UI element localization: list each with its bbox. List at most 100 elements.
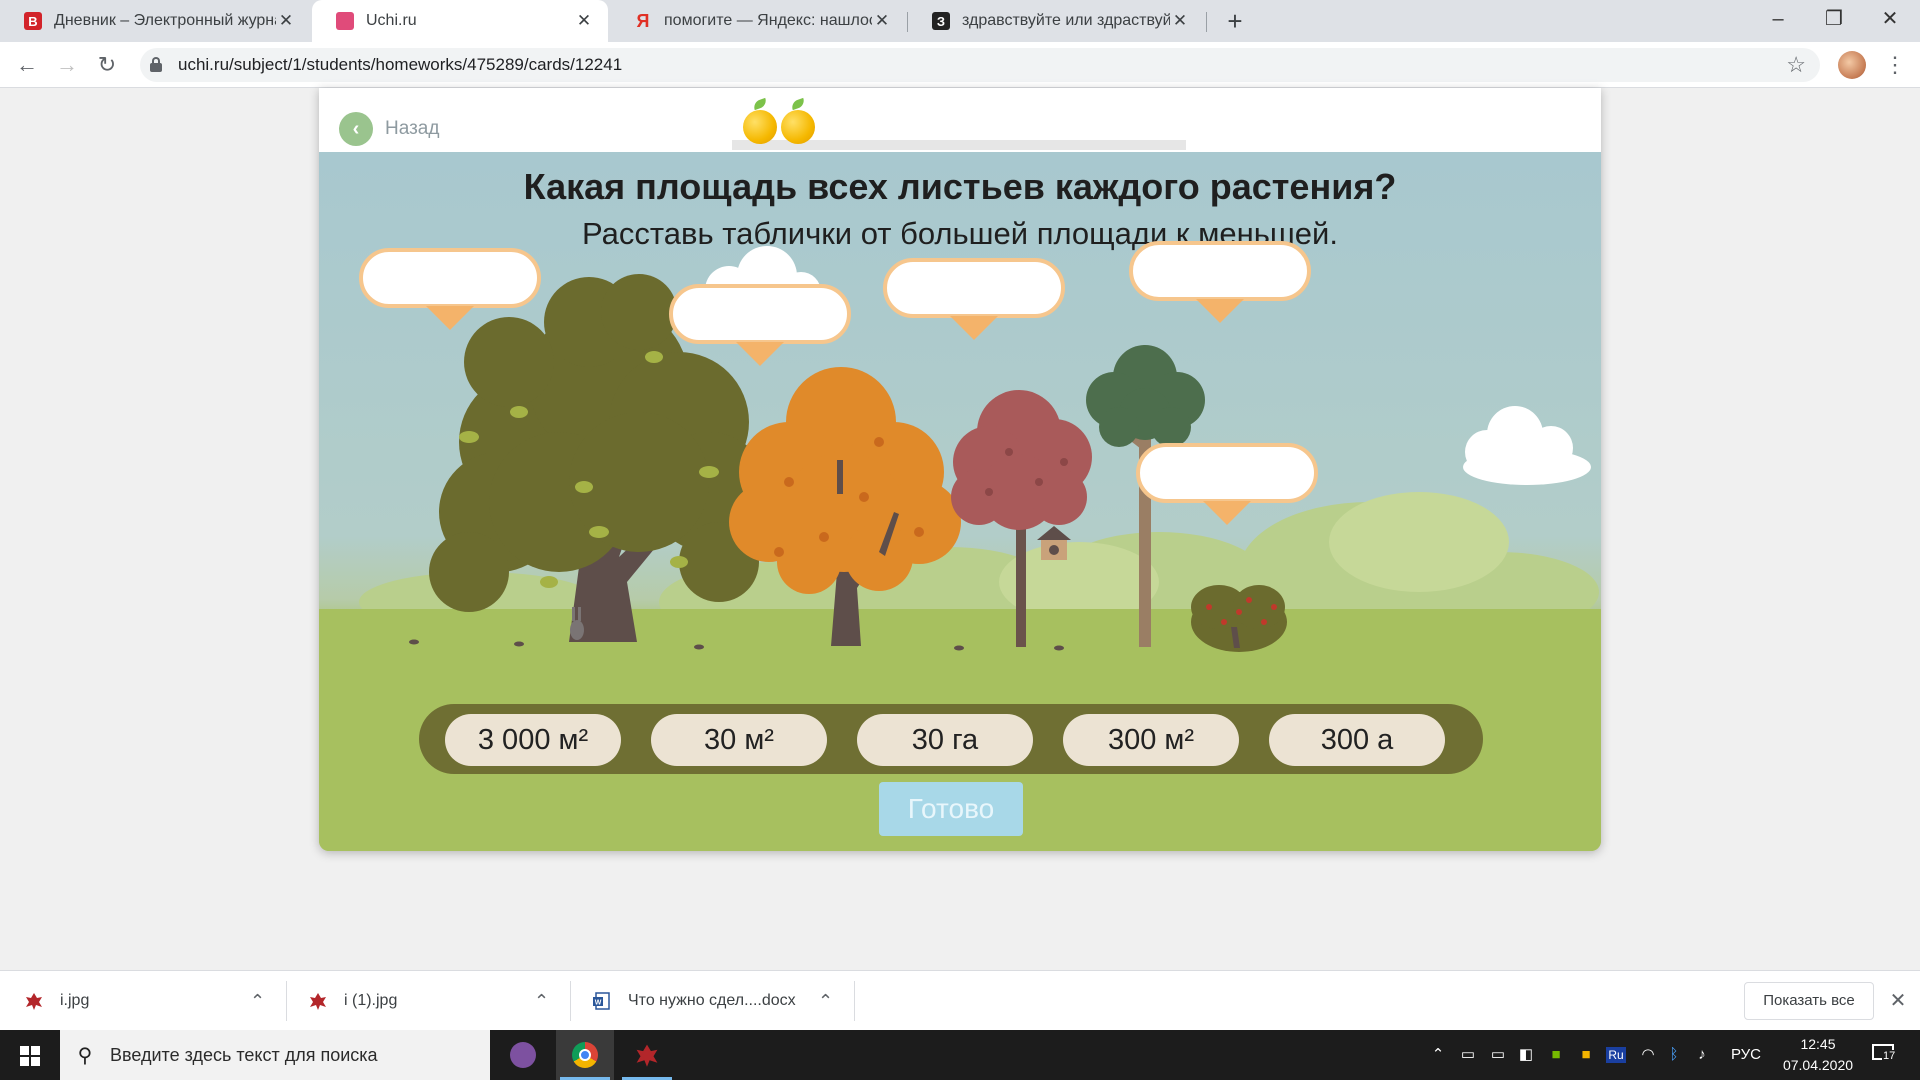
answer-slot-maple[interactable] bbox=[669, 284, 851, 366]
close-icon[interactable]: ✕ bbox=[276, 11, 296, 31]
back-label: Назад bbox=[385, 118, 440, 139]
address-bar[interactable]: uchi.ru/subject/1/students/homeworks/475… bbox=[140, 48, 1820, 82]
close-window-button[interactable]: ✕ bbox=[1862, 0, 1918, 38]
nvidia-icon[interactable]: ■ bbox=[1544, 1030, 1568, 1080]
notification-count: 17 bbox=[1882, 1050, 1897, 1062]
minimize-button[interactable]: – bbox=[1750, 0, 1806, 38]
instruction-text: Расставь таблички от большей площади к м… bbox=[582, 216, 1338, 251]
new-tab-button[interactable]: + bbox=[1220, 6, 1250, 36]
uchi-icon bbox=[336, 12, 354, 30]
download-bar: i.jpg ⌃ i (1).jpg ⌃ W Что нужно сдел....… bbox=[0, 970, 1920, 1030]
tab-title: здравствуйте или здраствуйте | bbox=[962, 12, 1170, 29]
chevron-up-icon[interactable]: ⌃ bbox=[250, 971, 265, 1031]
kebab-menu-icon[interactable]: ⋮ bbox=[1884, 50, 1906, 80]
tab-separator bbox=[1206, 12, 1207, 32]
taskbar-app-viber[interactable] bbox=[494, 1030, 552, 1080]
forest-scene: Какая площадь всех листьев каждого расте… bbox=[319, 152, 1601, 851]
photo-app-icon bbox=[636, 1044, 658, 1067]
answer-chip-tray: 3 000 м² 30 м² 30 га 300 м² 300 а bbox=[419, 704, 1483, 774]
monitor-icon[interactable]: ▭ bbox=[1456, 1030, 1480, 1080]
tab-strip: В Дневник – Электронный журна ✕ Uchi.ru … bbox=[0, 0, 1920, 42]
tab-yandex[interactable]: Я помогите — Яндекс: нашлось 2 ✕ bbox=[610, 0, 906, 42]
taskbar-search[interactable]: ⚲ Введите здесь текст для поиска bbox=[60, 1030, 490, 1080]
windows-taskbar: ⚲ Введите здесь текст для поиска ⌃ ▭ ▭ ◧… bbox=[0, 1030, 1920, 1080]
card-header: ‹ Назад bbox=[319, 88, 1601, 152]
download-filename: Что нужно сдел....docx bbox=[628, 992, 796, 1009]
image-file-icon bbox=[26, 993, 42, 1010]
word-document-icon: W bbox=[593, 992, 610, 1010]
keyboard-layout-icon[interactable]: Ru bbox=[1604, 1030, 1628, 1080]
chevron-up-icon[interactable]: ⌃ bbox=[1428, 1030, 1448, 1080]
taskbar-app-photos[interactable] bbox=[618, 1030, 676, 1080]
question-title: Какая площадь всех листьев каждого расте… bbox=[523, 166, 1397, 207]
task-card: ‹ Назад Какая площадь всех листьев каждо… bbox=[319, 88, 1601, 851]
show-all-button[interactable]: Показать все bbox=[1744, 982, 1874, 1020]
download-item[interactable]: i.jpg ⌃ bbox=[24, 971, 270, 1031]
search-placeholder: Введите здесь текст для поиска bbox=[110, 1044, 378, 1065]
chevron-up-icon[interactable]: ⌃ bbox=[818, 971, 833, 1031]
answer-chip[interactable]: 3 000 м² bbox=[445, 714, 621, 766]
answer-chip[interactable]: 300 м² bbox=[1063, 714, 1239, 766]
chevron-up-icon[interactable]: ⌃ bbox=[534, 971, 549, 1031]
svg-text:W: W bbox=[595, 1000, 602, 1007]
divider bbox=[570, 981, 571, 1021]
answer-slot-pine[interactable] bbox=[1129, 241, 1311, 323]
wifi-icon[interactable]: ◠ bbox=[1636, 1030, 1660, 1080]
yandex-icon: Я bbox=[636, 10, 650, 31]
divider bbox=[854, 981, 855, 1021]
browser-toolbar: ← → ↻ uchi.ru/subject/1/students/homewor… bbox=[0, 42, 1920, 88]
download-filename: i (1).jpg bbox=[344, 992, 398, 1009]
clock[interactable]: 12:45 07.04.2020 bbox=[1782, 1034, 1854, 1076]
close-icon[interactable]: ✕ bbox=[574, 11, 594, 31]
windows-start-button[interactable] bbox=[0, 1030, 60, 1080]
tab-title: Uchi.ru bbox=[366, 12, 417, 29]
language-indicator[interactable]: РУС bbox=[1724, 1030, 1768, 1080]
answer-slot-oak[interactable] bbox=[359, 248, 541, 330]
notification-center-icon[interactable]: 17 bbox=[1870, 1042, 1900, 1066]
app-tray-icon[interactable]: ◧ bbox=[1514, 1030, 1538, 1080]
restore-button[interactable]: ❐ bbox=[1806, 0, 1862, 38]
tab-title: Дневник – Электронный журна bbox=[54, 12, 276, 29]
download-item[interactable]: i (1).jpg ⌃ bbox=[308, 971, 554, 1031]
apple-icon bbox=[743, 97, 777, 144]
znanija-icon: З bbox=[932, 12, 950, 30]
download-item[interactable]: W Что нужно сдел....docx ⌃ bbox=[592, 971, 838, 1031]
url-text[interactable]: uchi.ru/subject/1/students/homeworks/475… bbox=[178, 48, 622, 82]
profile-avatar[interactable] bbox=[1838, 51, 1866, 79]
colorful-app-icon[interactable]: ■ bbox=[1574, 1030, 1598, 1080]
answer-chip[interactable]: 300 а bbox=[1269, 714, 1445, 766]
volume-icon[interactable]: ♪ bbox=[1690, 1030, 1714, 1080]
close-icon[interactable]: ✕ bbox=[1170, 11, 1190, 31]
done-button[interactable]: Готово bbox=[879, 782, 1023, 836]
answer-chip[interactable]: 30 га bbox=[857, 714, 1033, 766]
back-button[interactable]: ‹ Назад bbox=[339, 112, 439, 146]
download-filename: i.jpg bbox=[60, 992, 90, 1009]
close-icon[interactable]: ✕ bbox=[872, 11, 892, 31]
forward-arrow-icon[interactable]: → bbox=[50, 48, 84, 82]
tab-znanija[interactable]: З здравствуйте или здраствуйте | ✕ bbox=[908, 0, 1204, 42]
berry-bush bbox=[1191, 585, 1287, 652]
reload-icon[interactable]: ↻ bbox=[90, 48, 124, 82]
tab-dnevnik[interactable]: В Дневник – Электронный журна ✕ bbox=[0, 0, 310, 42]
tab-title: помогите — Яндекс: нашлось 2 bbox=[664, 12, 872, 29]
taskbar-app-chrome[interactable] bbox=[556, 1030, 614, 1080]
viber-icon bbox=[510, 1042, 536, 1068]
dnevnik-icon: В bbox=[24, 12, 42, 30]
chevron-left-icon: ‹ bbox=[339, 112, 373, 146]
chrome-icon bbox=[572, 1042, 598, 1068]
page-viewport: ‹ Назад Какая площадь всех листьев каждо… bbox=[0, 88, 1920, 970]
battery-icon[interactable]: ▭ bbox=[1486, 1030, 1510, 1080]
answer-slot-bush[interactable] bbox=[1136, 443, 1318, 525]
star-icon[interactable]: ☆ bbox=[1786, 48, 1806, 82]
answer-chip[interactable]: 30 м² bbox=[651, 714, 827, 766]
bluetooth-icon[interactable]: ᛒ bbox=[1664, 1030, 1684, 1080]
close-icon[interactable]: ✕ bbox=[1886, 971, 1910, 1031]
divider bbox=[286, 981, 287, 1021]
back-arrow-icon[interactable]: ← bbox=[10, 48, 44, 82]
tab-uchi[interactable]: Uchi.ru ✕ bbox=[312, 0, 608, 42]
clock-time: 12:45 bbox=[1800, 1036, 1836, 1052]
image-file-icon bbox=[310, 993, 326, 1010]
clock-date: 07.04.2020 bbox=[1782, 1057, 1854, 1073]
answer-slot-red-tree[interactable] bbox=[883, 258, 1065, 340]
apple-icon bbox=[781, 97, 815, 144]
